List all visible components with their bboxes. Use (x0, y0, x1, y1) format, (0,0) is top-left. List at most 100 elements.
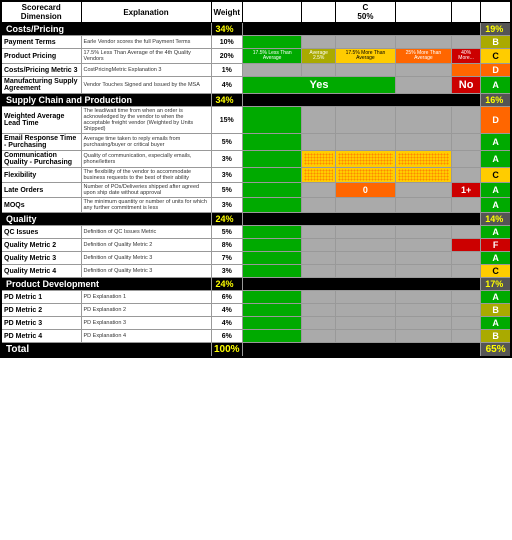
grade-cell (335, 265, 395, 278)
grade-cell (302, 239, 336, 252)
metric-explanation: Average time taken to reply emails from … (81, 134, 211, 151)
example-grade: C (481, 265, 511, 278)
metric-name: Manufacturing Supply Agreement (1, 77, 81, 94)
metric-name: PD Metric 1 (1, 291, 81, 304)
table-row: Communication Quality - Purchasing Quali… (1, 151, 511, 168)
metric-weight: 20% (211, 49, 243, 64)
section-grade: 17% (481, 278, 511, 291)
metric-name: QC Issues (1, 226, 81, 239)
header-weight: Weight (211, 1, 243, 23)
example-grade: A (481, 291, 511, 304)
header-grade-f: F0% (451, 1, 480, 23)
example-grade: B (481, 304, 511, 317)
total-grade: 65% (481, 343, 511, 358)
grade-cell (243, 226, 302, 239)
table-row: PD Metric 1 PD Explanation 1 6% A (1, 291, 511, 304)
table-row: PD Metric 2 PD Explanation 2 4% B (1, 304, 511, 317)
grade-cell (395, 183, 451, 198)
metric-name: MOQs (1, 198, 81, 213)
table-row: Email Response Time - Purchasing Average… (1, 134, 511, 151)
section-spacer (243, 213, 481, 226)
metric-name: Quality Metric 3 (1, 252, 81, 265)
header-explanation: Explanation (81, 1, 211, 23)
example-grade: A (481, 151, 511, 168)
example-grade: A (481, 317, 511, 330)
grade-cell (335, 317, 395, 330)
metric-name: PD Metric 3 (1, 317, 81, 330)
grade-cell (243, 151, 302, 168)
metric-explanation: The flexibility of the vendor to accommo… (81, 168, 211, 183)
grade-cell (451, 64, 480, 77)
example-grade: A (481, 198, 511, 213)
table-row: Quality Metric 4 Definition of Quality M… (1, 265, 511, 278)
metric-name: PD Metric 4 (1, 330, 81, 343)
grade-cell (243, 107, 302, 134)
metric-name: Product Pricing (1, 49, 81, 64)
table-row: Product Pricing 17.5% Less Than Average … (1, 49, 511, 64)
metric-weight: 7% (211, 252, 243, 265)
grade-cell-dotted (335, 168, 395, 183)
grade-cell-text: 40% More... (451, 49, 480, 64)
grade-cell-dotted (395, 168, 451, 183)
section-spacer (243, 94, 481, 107)
example-grade: A (481, 252, 511, 265)
grade-cell (243, 134, 302, 151)
total-label: Total (1, 343, 211, 358)
section-name: Product Development (1, 278, 211, 291)
metric-name: Late Orders (1, 183, 81, 198)
grade-cell (335, 107, 395, 134)
section-header-row: Supply Chain and Production 34% 16% (1, 94, 511, 107)
grade-cell (451, 265, 480, 278)
metric-weight: 5% (211, 183, 243, 198)
grade-cell (302, 317, 336, 330)
grade-cell (451, 198, 480, 213)
yes-cell: Yes (243, 77, 396, 94)
example-grade: B (481, 36, 511, 49)
metric-name: Weighted Average Lead Time (1, 107, 81, 134)
metric-explanation: CostPricingMetric Explanation 3 (81, 64, 211, 77)
section-weight: 34% (211, 94, 243, 107)
table-row: Payment Terms Earle Vendor scores the fu… (1, 36, 511, 49)
grade-cell (335, 198, 395, 213)
example-grade: A (481, 183, 511, 198)
grade-cell (451, 168, 480, 183)
grade-cell (243, 64, 302, 77)
metric-name: Payment Terms (1, 36, 81, 49)
header-grade-d: D25% (395, 1, 451, 23)
example-grade: C (481, 168, 511, 183)
grade-cell (302, 64, 336, 77)
metric-weight: 3% (211, 168, 243, 183)
metric-weight: 8% (211, 239, 243, 252)
grade-cell (451, 304, 480, 317)
section-weight: 34% (211, 23, 243, 36)
grade-cell (395, 291, 451, 304)
grade-cell (243, 183, 302, 198)
metric-weight: 3% (211, 151, 243, 168)
grade-cell (395, 134, 451, 151)
grade-cell (243, 239, 302, 252)
header-grade-a: A100% (243, 1, 302, 23)
metric-weight: 4% (211, 317, 243, 330)
metric-explanation: Definition of Quality Metric 2 (81, 239, 211, 252)
grade-cell (302, 134, 336, 151)
grade-cell (243, 291, 302, 304)
table-row: PD Metric 4 PD Explanation 4 6% B (1, 330, 511, 343)
metric-explanation: The lead/wait time from when an order is… (81, 107, 211, 134)
grade-cell (243, 317, 302, 330)
example-grade: C (481, 49, 511, 64)
example-grade: A (481, 134, 511, 151)
grade-cell (243, 304, 302, 317)
grade-cell (335, 252, 395, 265)
section-grade: 19% (481, 23, 511, 36)
metric-explanation: Number of POs/Deliveries shipped after a… (81, 183, 211, 198)
grade-cell (243, 265, 302, 278)
grade-cell (335, 330, 395, 343)
grade-cell-dotted (302, 168, 336, 183)
grade-cell (335, 36, 395, 49)
section-header-row: Quality 24% 14% (1, 213, 511, 226)
grade-cell (335, 239, 395, 252)
example-grade: D (481, 64, 511, 77)
header-example: ExampleVendor (481, 1, 511, 23)
grade-cell (395, 304, 451, 317)
example-grade: B (481, 330, 511, 343)
